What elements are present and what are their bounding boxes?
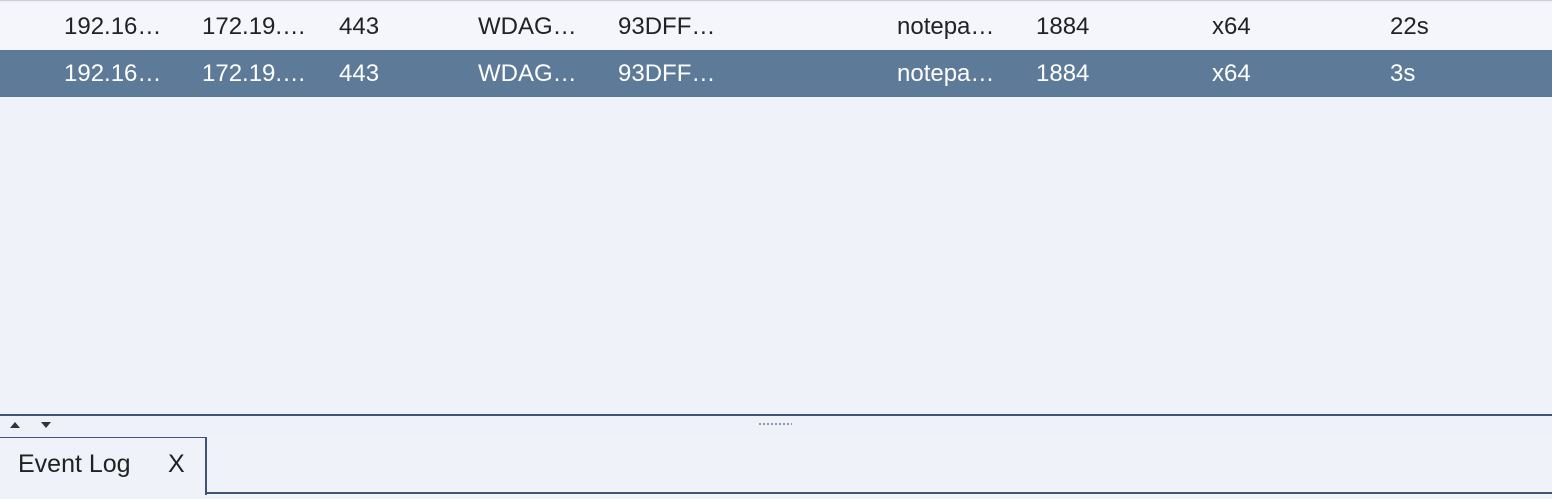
table-row-selected[interactable]: 192.16… 172.19.… 443 WDAG… 93DFF… notepa… — [0, 50, 1552, 97]
listener-cell: 443 — [339, 60, 380, 87]
user-cell: WDAG… — [478, 60, 577, 87]
computer-cell: 93DFF… — [618, 13, 716, 40]
panel-splitter[interactable] — [0, 414, 1552, 438]
internal-ip-cell: 172.19.… — [202, 13, 307, 40]
process-cell: notepa… — [897, 60, 995, 87]
table-row[interactable]: 192.16… 172.19.… 443 WDAG… 93DFF… notepa… — [0, 3, 1552, 50]
last-checkin-cell: 3s — [1390, 60, 1416, 87]
tab-event-log[interactable]: Event Log X — [0, 437, 207, 495]
listener-cell: 443 — [339, 13, 380, 40]
close-tab-button[interactable]: X — [168, 438, 185, 491]
sessions-table: 192.16… 172.19.… 443 WDAG… 93DFF… notepa… — [0, 0, 1552, 415]
last-checkin-cell: 22s — [1390, 13, 1429, 40]
external-ip-cell: 192.16… — [64, 60, 162, 87]
pid-cell: 1884 — [1036, 13, 1090, 40]
external-ip-cell: 192.16… — [64, 13, 162, 40]
tab-label: Event Log — [18, 450, 131, 478]
arch-cell: x64 — [1212, 13, 1251, 40]
drag-grip-icon[interactable] — [758, 422, 792, 426]
computer-cell: 93DFF… — [618, 60, 716, 87]
arrow-up-icon[interactable] — [10, 422, 20, 428]
pid-cell: 1884 — [1036, 60, 1090, 87]
user-cell: WDAG… — [478, 13, 577, 40]
arch-cell: x64 — [1212, 60, 1251, 87]
internal-ip-cell: 172.19.… — [202, 60, 307, 87]
arrow-down-icon[interactable] — [41, 422, 51, 428]
bottom-tab-strip: Event Log X — [0, 436, 1552, 499]
process-cell: notepa… — [897, 13, 995, 40]
